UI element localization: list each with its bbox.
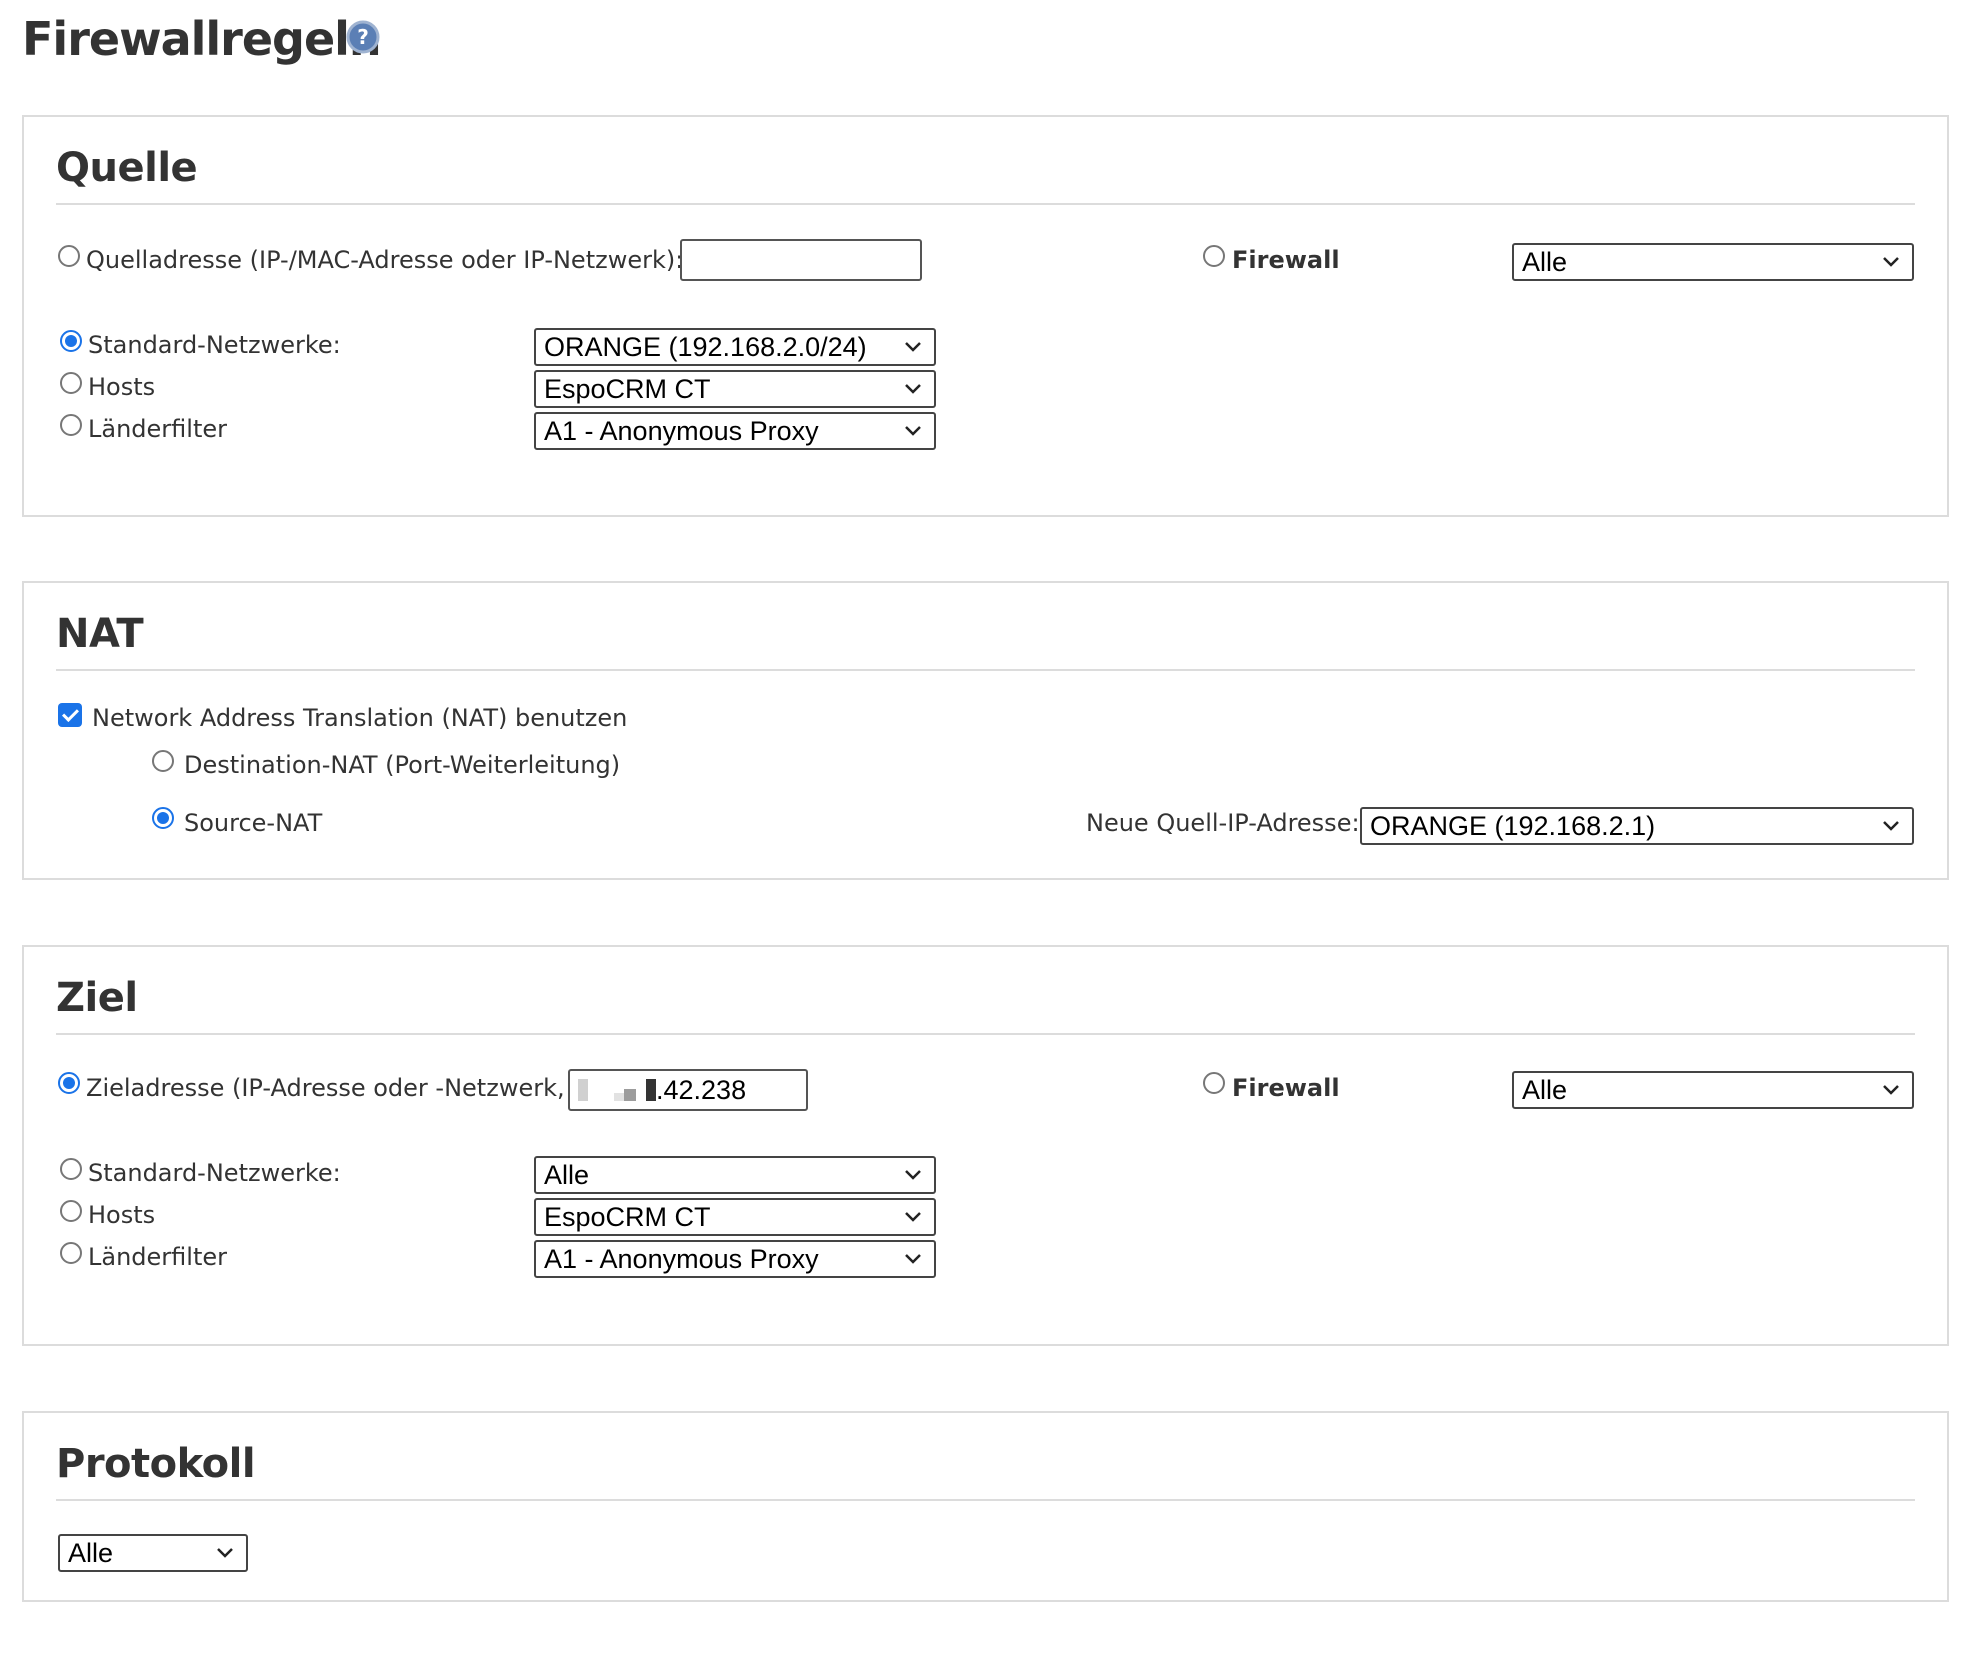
chevron-down-icon [905,342,921,352]
source-panel: Quelle Quelladresse (IP-/MAC-Adresse ode… [22,115,1949,517]
source-standard-radio[interactable] [60,330,82,352]
destination-panel: Ziel Zieladresse (IP-Adresse oder -Netzw… [22,945,1949,1346]
chevron-down-icon [1883,257,1899,267]
new-source-ip-label: Neue Quell-IP-Adresse: [1086,809,1360,837]
divider [56,669,1915,671]
destination-standard-label: Standard-Netzwerke: [88,1159,341,1187]
redacted-ip-part [614,1093,624,1101]
source-standard-label: Standard-Netzwerke: [88,331,341,359]
source-hosts-select[interactable]: EspoCRM CT [534,370,936,408]
source-firewall-radio[interactable] [1203,245,1225,267]
select-value: EspoCRM CT [544,1202,711,1232]
chevron-down-icon [905,1254,921,1264]
source-country-select[interactable]: A1 - Anonymous Proxy [534,412,936,450]
destination-standard-select[interactable]: Alle [534,1156,936,1194]
destination-country-radio[interactable] [60,1242,82,1264]
chevron-down-icon [1883,821,1899,831]
destination-hosts-label: Hosts [88,1201,156,1229]
destination-firewall-radio[interactable] [1203,1072,1225,1094]
select-value: A1 - Anonymous Proxy [544,416,819,446]
source-address-radio[interactable] [58,245,80,267]
chevron-down-icon [905,1212,921,1222]
select-value: ORANGE (192.168.2.0/24) [544,332,867,362]
select-value: Alle [1522,247,1568,277]
destination-address-input[interactable]: .42.238 [568,1069,808,1111]
snat-label: Source-NAT [184,809,323,837]
snat-radio[interactable] [152,807,174,829]
protocol-title: Protokoll [56,1441,256,1487]
select-value: Alle [544,1160,590,1190]
page-title: Firewallregeln [22,12,382,66]
source-firewall-select[interactable]: Alle [1512,243,1914,281]
new-source-ip-select[interactable]: ORANGE (192.168.2.1) [1360,807,1914,845]
destination-hosts-radio[interactable] [60,1200,82,1222]
nat-panel: NAT Network Address Translation (NAT) be… [22,581,1949,880]
source-title: Quelle [56,145,198,191]
destination-firewall-label: Firewall [1232,1074,1340,1102]
chevron-down-icon [905,1170,921,1180]
chevron-down-icon [217,1548,233,1558]
chevron-down-icon [1883,1085,1899,1095]
nat-enable-checkbox[interactable] [58,703,82,727]
protocol-panel: Protokoll Alle [22,1411,1949,1602]
protocol-select[interactable]: Alle [58,1534,248,1572]
divider [56,1033,1915,1035]
redacted-ip-part [624,1089,636,1101]
divider [56,1499,1915,1501]
source-address-label: Quelladresse (IP-/MAC-Adresse oder IP-Ne… [86,246,684,274]
select-value: Alle [68,1538,114,1568]
destination-firewall-select[interactable]: Alle [1512,1071,1914,1109]
help-icon[interactable]: ? [346,20,380,54]
source-address-input[interactable] [680,239,922,281]
source-country-label: Länderfilter [88,415,227,443]
select-value: EspoCRM CT [544,374,711,404]
redacted-ip-part [646,1079,656,1101]
dnat-radio[interactable] [152,750,174,772]
destination-standard-radio[interactable] [60,1158,82,1180]
destination-country-label: Länderfilter [88,1243,227,1271]
destination-address-value: .42.238 [656,1075,747,1105]
source-country-radio[interactable] [60,414,82,436]
chevron-down-icon [905,426,921,436]
select-value: ORANGE (192.168.2.1) [1370,811,1656,841]
nat-enable-label: Network Address Translation (NAT) benutz… [92,704,628,732]
svg-text:?: ? [357,25,369,49]
nat-title: NAT [56,611,144,657]
divider [56,203,1915,205]
select-value: A1 - Anonymous Proxy [544,1244,819,1274]
destination-country-select[interactable]: A1 - Anonymous Proxy [534,1240,936,1278]
destination-address-label: Zieladresse (IP-Adresse oder -Netzwerk, [86,1074,565,1102]
destination-hosts-select[interactable]: EspoCRM CT [534,1198,936,1236]
chevron-down-icon [905,384,921,394]
redacted-ip-part [578,1079,588,1101]
dnat-label: Destination-NAT (Port-Weiterleitung) [184,751,621,779]
destination-address-radio[interactable] [58,1072,80,1094]
source-hosts-label: Hosts [88,373,156,401]
source-firewall-label: Firewall [1232,246,1340,274]
select-value: Alle [1522,1075,1568,1105]
destination-title: Ziel [56,975,138,1021]
source-standard-select[interactable]: ORANGE (192.168.2.0/24) [534,328,936,366]
source-hosts-radio[interactable] [60,372,82,394]
